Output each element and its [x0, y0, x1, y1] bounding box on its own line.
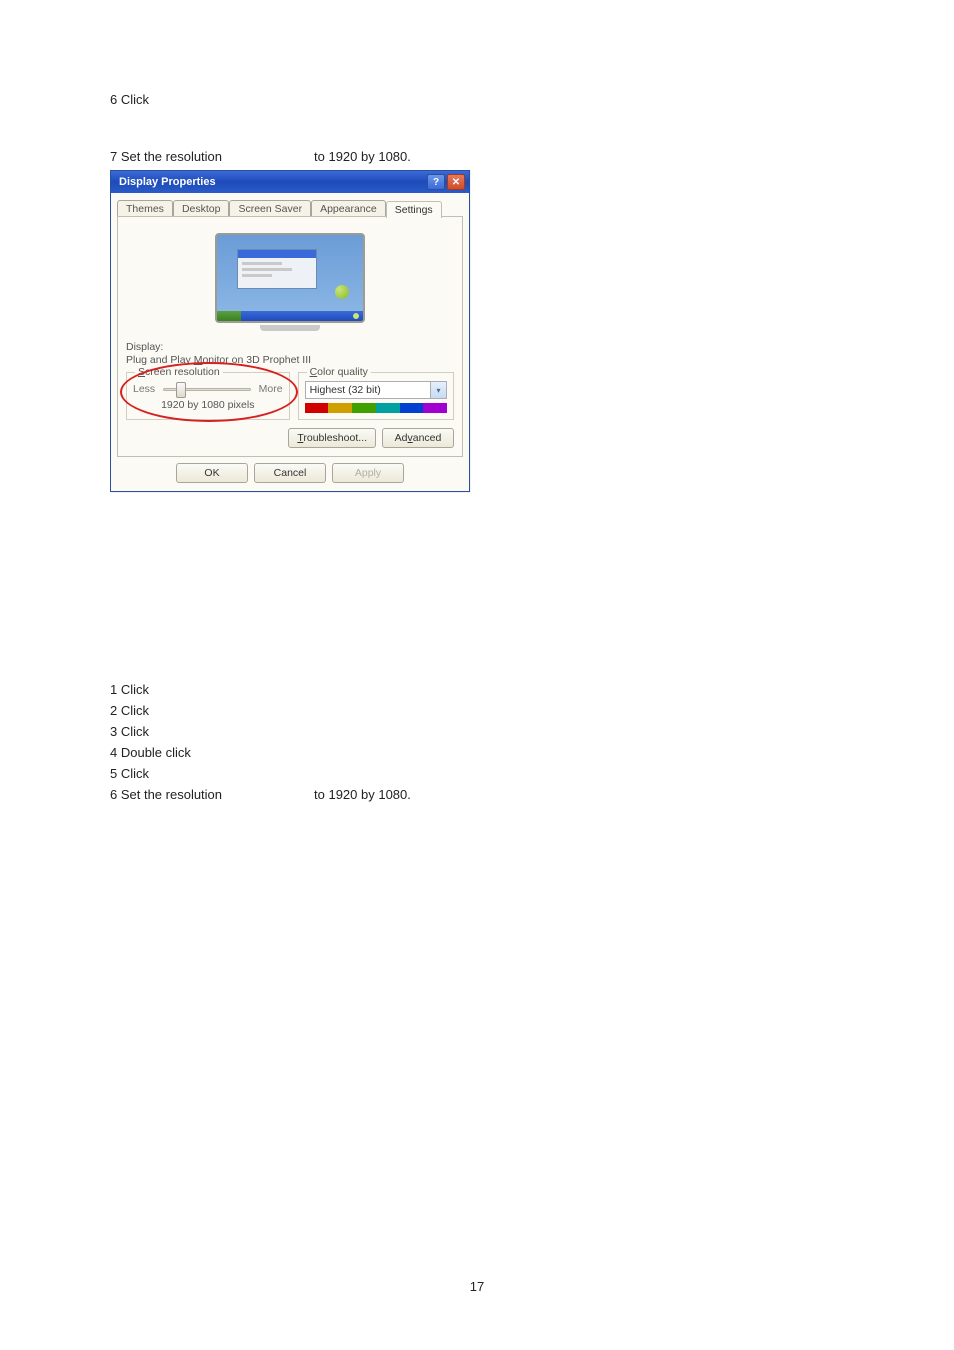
resolution-slider[interactable] — [159, 381, 254, 397]
step-5-bottom: 5 Click — [110, 766, 844, 781]
color-quality-selected: Highest (32 bit) — [306, 384, 430, 396]
more-label: More — [259, 383, 283, 395]
chevron-down-icon[interactable]: ▾ — [430, 382, 446, 398]
cancel-button[interactable]: Cancel — [254, 463, 326, 483]
step-7-top: 7 Set the resolution to 1920 by 1080. — [110, 149, 844, 164]
tab-screen-saver[interactable]: Screen Saver — [229, 200, 311, 217]
tab-settings[interactable]: Settings — [386, 201, 442, 218]
step-1-bottom: 1 Click — [110, 682, 844, 697]
troubleshoot-button[interactable]: Troubleshoot... — [288, 428, 376, 448]
monitor-preview — [126, 233, 454, 331]
screen-resolution-group: Screen resolution Less More 1920 by 1080… — [126, 372, 290, 420]
color-quality-legend: Color quality — [307, 366, 371, 378]
less-label: Less — [133, 383, 155, 395]
color-gradient-bar — [305, 403, 447, 413]
step-2-bottom: 2 Click — [110, 703, 844, 718]
page-number: 17 — [0, 1279, 954, 1294]
color-quality-group: Color quality Highest (32 bit) ▾ — [298, 372, 454, 420]
step-7-value: to 1920 by 1080. — [314, 149, 411, 164]
display-label: Display: — [126, 341, 454, 353]
step-6-bottom-label: 6 Set the resolution — [110, 787, 314, 802]
step-3-bottom: 3 Click — [110, 724, 844, 739]
display-text: Plug and Play Monitor on 3D Prophet III — [126, 354, 454, 366]
apply-button[interactable]: Apply — [332, 463, 404, 483]
advanced-button[interactable]: Advanced — [382, 428, 454, 448]
ok-button[interactable]: OK — [176, 463, 248, 483]
step-6-top: 6 Click — [110, 92, 844, 107]
close-button[interactable]: ✕ — [447, 174, 465, 190]
help-button[interactable]: ? — [427, 174, 445, 190]
display-properties-dialog: Display Properties ? ✕ Themes Desktop Sc… — [110, 170, 470, 492]
tabs: Themes Desktop Screen Saver Appearance S… — [117, 197, 463, 217]
settings-panel: Display: Plug and Play Monitor on 3D Pro… — [117, 216, 463, 457]
tab-appearance[interactable]: Appearance — [311, 200, 386, 217]
step-7-label: 7 Set the resolution — [110, 149, 314, 164]
step-4-bottom: 4 Double click — [110, 745, 844, 760]
step-6-bottom: 6 Set the resolution to 1920 by 1080. — [110, 787, 844, 802]
dialog-titlebar: Display Properties ? ✕ — [111, 171, 469, 193]
screen-resolution-legend: Screen resolution — [135, 366, 223, 378]
tab-themes[interactable]: Themes — [117, 200, 173, 217]
resolution-value: 1920 by 1080 pixels — [133, 399, 283, 411]
dialog-title: Display Properties — [119, 176, 425, 188]
tab-desktop[interactable]: Desktop — [173, 200, 230, 217]
step-6-bottom-value: to 1920 by 1080. — [314, 787, 411, 802]
color-quality-combo[interactable]: Highest (32 bit) ▾ — [305, 381, 447, 399]
